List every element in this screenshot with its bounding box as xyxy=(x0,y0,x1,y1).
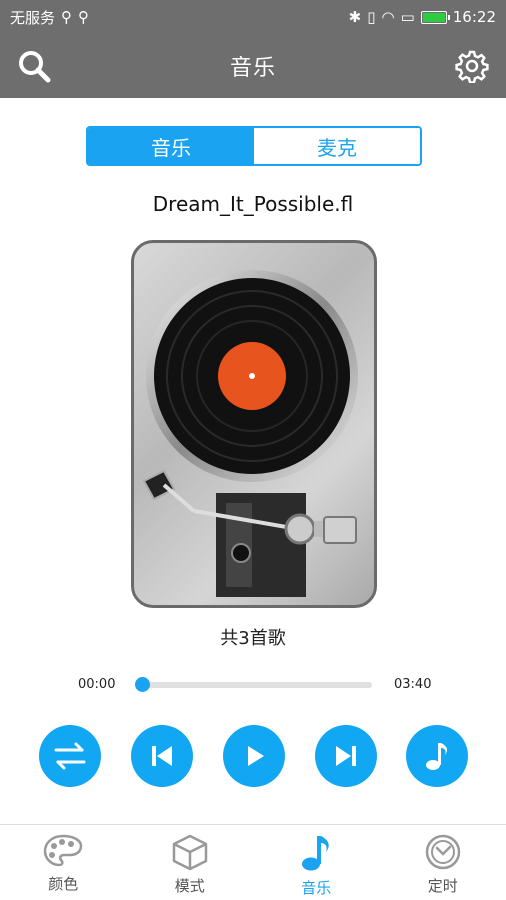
tab-color[interactable]: 颜色 xyxy=(0,825,127,900)
bluetooth-icon: ✱ xyxy=(348,8,362,26)
wifi-icon: ◠ xyxy=(381,8,395,26)
tab-mic[interactable]: 麦克 xyxy=(254,128,420,164)
tab-mode[interactable]: 模式 xyxy=(127,825,254,900)
tab-timer-label: 定时 xyxy=(427,877,458,895)
cube-icon xyxy=(172,834,207,871)
sim-icon: ▭ xyxy=(400,8,415,26)
tab-timer[interactable]: 定时 xyxy=(380,825,506,900)
tab-music[interactable]: 音乐 xyxy=(88,128,254,164)
mode-segmented-control: 音乐 麦克 xyxy=(86,126,422,166)
total-time: 03:40 xyxy=(394,677,432,692)
page-title: 音乐 xyxy=(229,56,276,81)
carrier-text: 无服务 xyxy=(10,8,56,27)
gear-icon xyxy=(455,50,489,83)
play-icon xyxy=(248,746,264,766)
clock-icon xyxy=(425,834,460,870)
turntable-graphic xyxy=(142,270,358,597)
playlist-button[interactable] xyxy=(406,725,468,787)
repeat-icon xyxy=(54,742,86,770)
play-button[interactable] xyxy=(223,725,285,787)
search-icon xyxy=(19,51,51,83)
previous-button[interactable] xyxy=(131,725,193,787)
settings-button[interactable] xyxy=(452,46,492,86)
music-note-icon xyxy=(426,743,448,770)
tab-mode-label: 模式 xyxy=(174,877,205,895)
vibrate-icon: ▯ xyxy=(367,8,376,26)
next-button[interactable] xyxy=(315,725,377,787)
usb-icon: ⚲ xyxy=(61,8,73,26)
elapsed-time: 00:00 xyxy=(78,677,116,692)
bottom-tab-bar: 颜色 模式 音乐 定时 xyxy=(0,824,506,900)
app-bar: 音乐 xyxy=(0,34,506,98)
usb-debug-icon: ⚲ xyxy=(78,8,90,26)
status-bar: 无服务 ⚲ ⚲ ✱ ▯ ◠ ▭ 16:22 xyxy=(0,0,506,34)
song-title: Dream_It_Possible.fl xyxy=(152,192,354,216)
battery-icon xyxy=(420,10,450,24)
skip-next-icon xyxy=(336,746,356,766)
repeat-mode-button[interactable] xyxy=(39,725,101,787)
search-button[interactable] xyxy=(14,46,54,86)
tab-music-label: 音乐 xyxy=(301,879,332,897)
progress-thumb[interactable] xyxy=(135,677,150,692)
turntable-image xyxy=(131,240,377,608)
clock-text: 16:22 xyxy=(452,8,496,26)
song-count: 共3首歌 xyxy=(220,628,286,649)
skip-previous-icon xyxy=(152,746,172,766)
progress-track[interactable] xyxy=(140,682,372,688)
palette-icon xyxy=(43,834,83,867)
tab-music-nav[interactable]: 音乐 xyxy=(253,825,380,900)
tab-color-label: 颜色 xyxy=(48,875,79,893)
music-note-icon xyxy=(302,836,329,871)
